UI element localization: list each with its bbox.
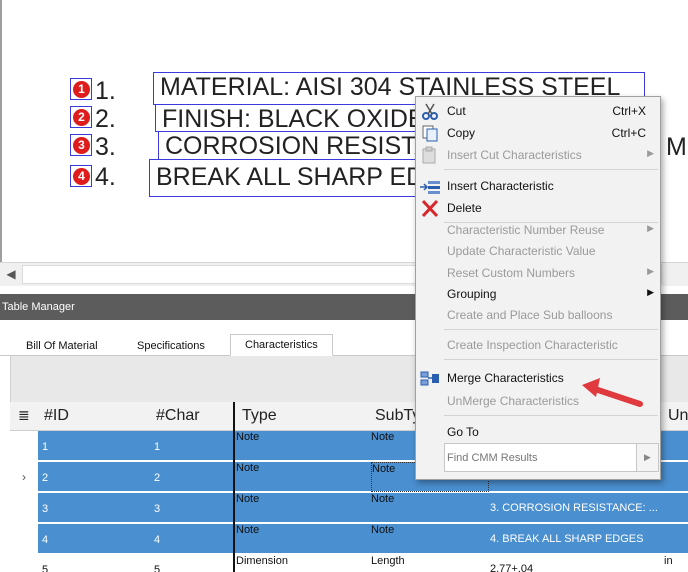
balloon-4[interactable]: 4 [70,165,92,187]
tab-bill-of-material[interactable]: Bill Of Material [26,336,98,356]
table-row[interactable]: 4 4 Note Note 4. BREAK ALL SHARP EDGES [38,524,688,554]
note-text-3[interactable]: CORROSION RESISTANCE: [158,131,458,160]
note-text-4[interactable]: BREAK ALL SHARP EDGES [149,159,449,197]
menu-item-reset-custom-numbers[interactable]: Reset Custom Numbers ▶ [416,263,660,284]
column-header-char[interactable]: #Char [156,407,200,425]
menu-separator [444,329,658,330]
scissors-icon [422,103,438,120]
context-menu: Cut Ctrl+X Copy Ctrl+C Insert Cut Charac… [415,96,661,480]
note-number-4: 4. [95,163,116,191]
column-chooser-icon[interactable]: ≣ [18,407,30,424]
menu-item-characteristic-number-reuse[interactable]: Characteristic Number Reuse ▶ [416,220,660,241]
tab-characteristics[interactable]: Characteristics [230,334,333,356]
note-number-2: 2. [95,105,116,133]
menu-item-insert-characteristic[interactable]: Insert Characteristic [416,176,660,197]
table-row[interactable]: 3 3 Note Note 3. CORROSION RESISTANCE: .… [38,493,688,523]
delete-x-icon [421,199,439,218]
balloon-1[interactable]: 1 [70,78,92,100]
balloon-2[interactable]: 2 [70,106,92,128]
merge-icon [420,371,439,386]
menu-item-create-inspection-characteristic[interactable]: Create Inspection Characteristic [416,335,660,356]
submenu-arrow-icon: ▶ [647,223,654,233]
menu-item-create-and-place-sub-balloons[interactable]: Create and Place Sub balloons [416,305,660,326]
menu-item-insert-cut-characteristics[interactable]: Insert Cut Characteristics ▶ [416,145,660,166]
column-drag-indicator [233,402,235,572]
dropdown-arrow-icon[interactable]: ▶ [636,444,658,471]
column-header-subtype[interactable]: SubTy [375,407,420,425]
insert-row-icon [420,181,440,194]
column-header-unit[interactable]: Un [668,407,688,425]
note-text-3-tail: MI [666,133,688,161]
menu-item-grouping[interactable]: Grouping ▶ [416,284,660,305]
submenu-arrow-icon: ▶ [647,266,654,276]
submenu-arrow-icon: ▶ [647,287,654,297]
current-row-indicator-icon: › [22,470,26,484]
table-row[interactable]: 5 5 Dimension Length 2.77+.04 in [38,555,688,572]
menu-item-delete[interactable]: Delete [416,198,660,219]
find-cmm-results-combo[interactable]: Find CMM Results ▶ [444,443,659,472]
column-header-id[interactable]: #ID [44,407,69,425]
menu-item-update-characteristic-value[interactable]: Update Characteristic Value [416,241,660,262]
menu-item-copy[interactable]: Copy Ctrl+C [416,123,660,144]
note-number-1: 1. [95,77,116,105]
balloon-3[interactable]: 3 [70,134,92,156]
column-header-type[interactable]: Type [242,407,277,425]
menu-item-cut[interactable]: Cut Ctrl+X [416,101,660,122]
paste-icon [422,146,436,164]
menu-separator [444,415,658,416]
scroll-left-arrow-icon[interactable]: ◀ [0,263,22,286]
note-text-2[interactable]: FINISH: BLACK OXIDE [155,104,455,132]
menu-separator [444,359,658,360]
menu-separator [444,169,658,170]
annotation-arrow-icon [582,378,643,407]
note-number-3: 3. [95,133,116,161]
copy-icon [422,125,438,142]
tab-specifications[interactable]: Specifications [137,336,205,356]
menu-item-go-to[interactable]: Go To [416,422,660,443]
submenu-arrow-icon: ▶ [647,148,654,158]
app-window: 1 1. MATERIAL: AISI 304 STAINLESS STEEL … [0,0,688,572]
